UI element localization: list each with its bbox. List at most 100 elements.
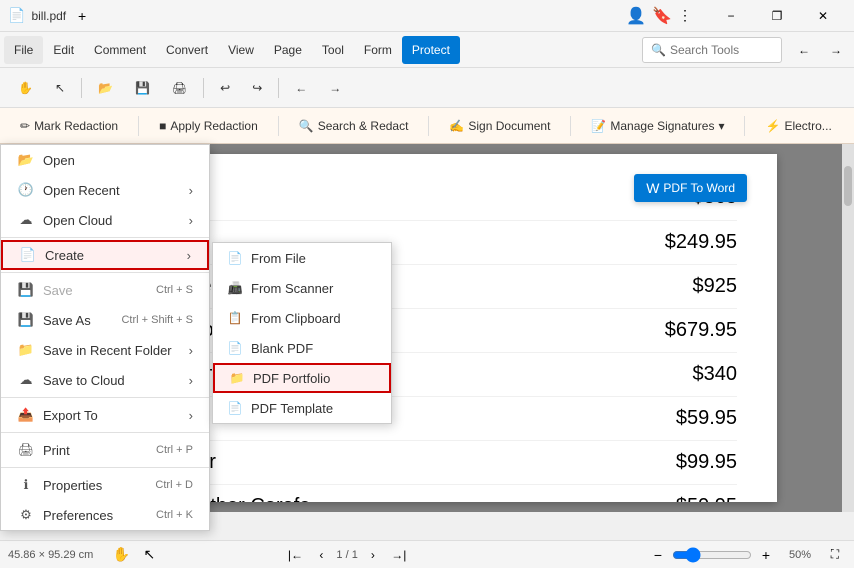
restore-button[interactable]: ❐ <box>754 0 800 32</box>
tool-back[interactable]: ← <box>285 72 317 104</box>
tool-save[interactable]: 💾 <box>125 72 160 104</box>
pdf-row-2: ...ess Steel Dining Chair $925 <box>117 265 737 309</box>
menu-item-save-recent[interactable]: 📁 Save in Recent Folder › <box>1 335 209 365</box>
menu-item-save[interactable]: 💾 Save Ctrl + S <box>1 275 209 305</box>
menu-item-preferences[interactable]: ⚙ Preferences Ctrl + K <box>1 500 209 530</box>
save-recent-icon: 📁 <box>17 341 35 359</box>
more-icon: ⋮ <box>678 7 692 24</box>
menu-divider-3 <box>1 397 209 398</box>
submenu-from-file[interactable]: 📄 From File <box>213 243 391 273</box>
zoom-in-btn[interactable]: + <box>756 545 776 565</box>
status-coords: 45.86 × 95.29 cm <box>8 549 93 561</box>
fullscreen-btn[interactable]: ⛶ <box>824 544 846 566</box>
main-area: W PDF To Word ... $365 ...Lamp $249.95 .… <box>0 144 854 512</box>
menu-item-create[interactable]: 📄 Create › 📄 From File 📠 From Scanner 📋 … <box>1 240 209 270</box>
submenu-pdf-template[interactable]: 📄 PDF Template <box>213 393 391 423</box>
save-cloud-arrow: › <box>189 373 193 388</box>
tool-undo[interactable]: ↩ <box>210 72 240 104</box>
scroll-bar[interactable] <box>842 144 854 512</box>
hand-tool-btn[interactable]: ✋ <box>109 543 133 567</box>
print-shortcut: Ctrl + P <box>156 444 193 456</box>
status-bar: 45.86 × 95.29 cm ✋ ↖ |← ‹ 1 / 1 › →| − +… <box>0 540 854 568</box>
export-icon: 📤 <box>17 406 35 424</box>
bookmark-icon: 🔖 <box>652 6 672 26</box>
menu-item-save-as[interactable]: 💾 Save As Ctrl + Shift + S <box>1 305 209 335</box>
mark-redaction-icon: ✏ <box>20 119 30 133</box>
tool-redo[interactable]: ↪ <box>242 72 272 104</box>
menu-tool[interactable]: Tool <box>312 36 354 64</box>
item-price-2: $925 <box>693 275 738 298</box>
save-cloud-icon: ☁ <box>17 371 35 389</box>
menu-item-print[interactable]: 🖨 Print Ctrl + P <box>1 435 209 465</box>
nav-back-btn[interactable]: ← <box>790 34 818 66</box>
prev-page-btn[interactable]: ‹ <box>310 544 332 566</box>
manage-signatures-btn[interactable]: 📝 Manage Signatures ▾ <box>579 112 736 140</box>
submenu-pdf-portfolio[interactable]: 📁 PDF Portfolio <box>213 363 391 393</box>
menu-protect[interactable]: Protect <box>402 36 460 64</box>
mark-redaction-btn[interactable]: ✏ Mark Redaction <box>8 112 130 140</box>
menu-item-properties[interactable]: ℹ Properties Ctrl + D <box>1 470 209 500</box>
menu-edit[interactable]: Edit <box>43 36 84 64</box>
apply-redaction-btn[interactable]: ■ Apply Redaction <box>147 112 270 140</box>
zoom-controls: − + 50% ⛶ <box>648 544 846 566</box>
tab-toolbar: ✏ Mark Redaction ■ Apply Redaction 🔍 Sea… <box>0 108 854 144</box>
menu-convert[interactable]: Convert <box>156 36 218 64</box>
menu-bar: File Edit Comment Convert View Page Tool… <box>0 32 854 68</box>
menu-page[interactable]: Page <box>264 36 312 64</box>
title-filename: bill.pdf <box>31 9 66 23</box>
create-submenu: 📄 From File 📠 From Scanner 📋 From Clipbo… <box>212 242 392 424</box>
zoom-out-btn[interactable]: − <box>648 545 668 565</box>
create-icon: 📄 <box>19 246 37 264</box>
menu-view[interactable]: View <box>218 36 264 64</box>
file-menu: 📂 Open 🕐 Open Recent › ☁ Open Cloud › 📄 … <box>0 144 210 531</box>
scroll-thumb[interactable] <box>844 166 852 206</box>
zoom-slider[interactable] <box>672 547 752 563</box>
search-tools[interactable]: 🔍 <box>642 37 782 63</box>
tool-print[interactable]: 🖨 <box>162 72 197 104</box>
tool-forward[interactable]: → <box>319 72 351 104</box>
pdf-to-word-button[interactable]: W PDF To Word <box>634 174 747 202</box>
menu-form[interactable]: Form <box>354 36 402 64</box>
menu-divider-1 <box>1 237 209 238</box>
from-file-icon: 📄 <box>225 251 245 265</box>
tab-divider-4 <box>570 116 571 136</box>
blank-pdf-icon: 📄 <box>225 341 245 355</box>
close-button[interactable]: ✕ <box>800 0 846 32</box>
menu-item-open[interactable]: 📂 Open <box>1 145 209 175</box>
item-price-3: $679.95 <box>665 319 737 342</box>
last-page-btn[interactable]: →| <box>388 544 410 566</box>
menu-item-save-cloud[interactable]: ☁ Save to Cloud › <box>1 365 209 395</box>
submenu-blank-pdf[interactable]: 📄 Blank PDF <box>213 333 391 363</box>
menu-item-export[interactable]: 📤 Export To › <box>1 400 209 430</box>
next-page-btn[interactable]: › <box>362 544 384 566</box>
search-input[interactable] <box>670 43 773 57</box>
item-price-4: $340 <box>693 363 738 386</box>
ribbon-divider-3 <box>278 78 279 98</box>
nav-fwd-btn[interactable]: → <box>822 34 850 66</box>
electronic-btn[interactable]: ⚡ Electro... <box>753 112 843 140</box>
add-tab-button[interactable]: + <box>66 0 98 32</box>
first-page-btn[interactable]: |← <box>284 544 306 566</box>
tool-select[interactable]: ↖ <box>45 72 75 104</box>
app-icon: 📄 <box>8 7 25 24</box>
menu-file[interactable]: File <box>4 36 43 64</box>
status-tools: ✋ ↖ <box>109 543 161 567</box>
menu-divider-4 <box>1 432 209 433</box>
menu-comment[interactable]: Comment <box>84 36 156 64</box>
save-shortcut: Ctrl + S <box>156 284 193 296</box>
minimize-button[interactable]: − <box>708 0 754 32</box>
tool-hand[interactable]: ✋ <box>8 72 43 104</box>
submenu-from-clipboard[interactable]: 📋 From Clipboard <box>213 303 391 333</box>
submenu-from-scanner[interactable]: 📠 From Scanner <box>213 273 391 303</box>
sign-document-btn[interactable]: ✍ Sign Document <box>437 112 562 140</box>
pdf-template-icon: 📄 <box>225 401 245 415</box>
menu-item-open-cloud[interactable]: ☁ Open Cloud › <box>1 205 209 235</box>
properties-shortcut: Ctrl + D <box>155 479 193 491</box>
menu-item-open-recent[interactable]: 🕐 Open Recent › <box>1 175 209 205</box>
manage-sig-icon: 📝 <box>591 119 606 133</box>
tab-divider-3 <box>428 116 429 136</box>
search-redact-btn[interactable]: 🔍 Search & Redact <box>287 112 421 140</box>
tool-open[interactable]: 📂 <box>88 72 123 104</box>
pdf-row-6: Bath Wiper $99.95 <box>117 441 737 485</box>
select-tool-btn[interactable]: ↖ <box>137 543 161 567</box>
